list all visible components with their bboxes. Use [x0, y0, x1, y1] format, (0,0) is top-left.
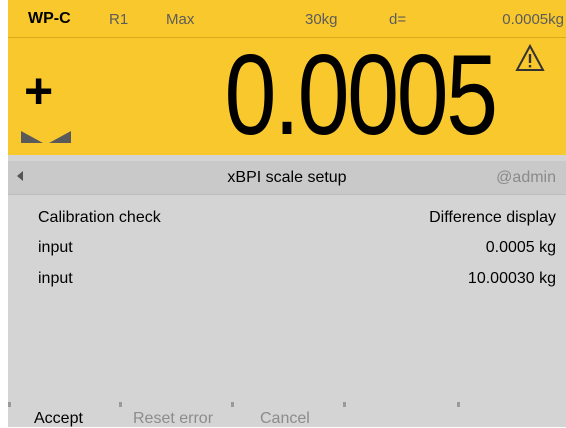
reset-error-button[interactable]: Reset error [133, 410, 213, 428]
page-title: xBPI scale setup [227, 169, 347, 186]
nav-bar: xBPI scale setup @admin [8, 161, 566, 195]
user-label: @admin [496, 169, 556, 186]
max-label: Max [166, 11, 195, 28]
softkey-divider [119, 402, 122, 407]
softkey-divider [343, 402, 346, 407]
warning-triangle-icon[interactable] [515, 44, 545, 72]
row-label: Calibration check [38, 209, 161, 226]
d-value: 0.0005kg [502, 11, 564, 28]
sign-indicator: + [24, 63, 54, 119]
softkey-divider [231, 402, 234, 407]
softkey-divider [457, 402, 460, 407]
row-value: 0.0005 kg [485, 239, 556, 256]
list-item[interactable]: input 10.00030 kg [8, 264, 566, 292]
accept-button[interactable]: Accept [34, 410, 83, 428]
d-label: d= [389, 11, 407, 28]
softkey-divider [8, 402, 11, 407]
max-value: 30kg [305, 11, 338, 28]
softkey-bar: Accept Reset error Cancel [8, 402, 566, 427]
stability-indicator-icon [21, 131, 71, 143]
weight-value: 0.0005 [224, 32, 499, 159]
weight-display: WP-C R1 Max 30kg d= 0.0005kg + 0.0005 [8, 0, 566, 159]
scale-screen: WP-C R1 Max 30kg d= 0.0005kg + 0.0005 xB… [8, 0, 566, 427]
cancel-button[interactable]: Cancel [260, 410, 310, 428]
list-item[interactable]: input 0.0005 kg [8, 233, 566, 261]
row-value: Difference display [429, 209, 556, 226]
model-label: WP-C [28, 10, 71, 27]
list-item[interactable]: Calibration check Difference display [8, 203, 566, 231]
range-label: R1 [109, 11, 129, 28]
row-label: input [38, 239, 73, 256]
row-value: 10.00030 kg [467, 270, 556, 287]
row-label: input [38, 270, 73, 287]
